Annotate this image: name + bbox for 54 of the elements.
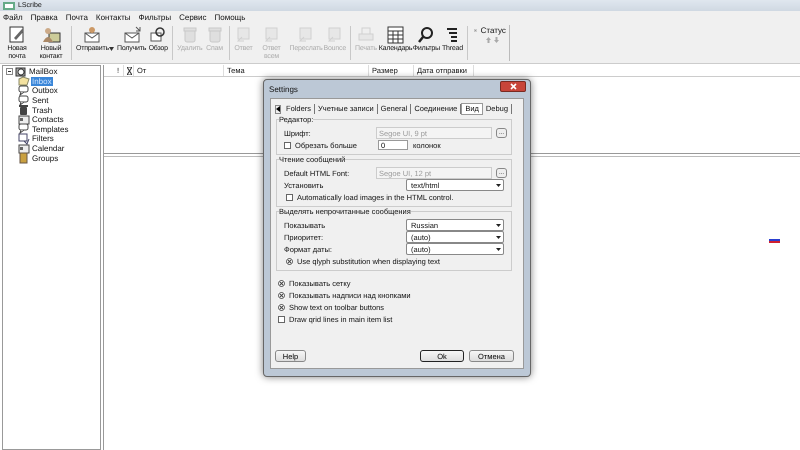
card-icon [18,142,30,155]
checkbox[interactable] [286,258,293,264]
tree-item[interactable]: Trash [31,106,54,115]
left-arrow-icon [276,106,280,112]
envelope-icon [82,25,102,45]
dialog-title: Settings [269,84,298,94]
menu-item[interactable]: Фильтры [138,13,172,22]
menu-item[interactable]: Сервис [179,13,207,22]
menu-item[interactable]: Помощь [214,13,246,22]
checkbox[interactable] [284,142,291,148]
dropdown-arrow-icon [496,236,501,238]
up-arrow-icon [486,37,491,43]
person-card-icon [41,25,61,45]
tree-item[interactable]: MailBox [28,67,58,76]
close-button[interactable] [500,81,526,92]
checkbox[interactable] [286,194,293,200]
dropdown-arrow-icon [496,224,501,226]
envelope-icon [122,25,142,45]
bin-icon [18,104,30,116]
tree-item[interactable]: Groups [31,154,60,163]
speech-bubble-icon [18,123,30,136]
checkbox[interactable] [278,304,285,311]
dropdown-arrow-icon [496,184,501,186]
checkbox[interactable] [278,316,285,323]
tree-item[interactable]: Filters [31,134,55,144]
close-icon [510,83,516,90]
flag-icon [769,237,780,243]
hourglass-icon [127,66,132,74]
caret-icon [109,47,114,51]
speech-bubble-icon [18,94,30,107]
expand-icon [474,27,477,34]
calendar-icon [384,25,405,45]
menu-item[interactable]: Правка [30,13,58,22]
speech-bubble-icon [18,84,30,97]
tree-item[interactable]: Outbox [31,86,59,96]
down-arrow-icon [494,37,499,43]
tree-item[interactable]: Calendar [31,144,66,154]
book-icon [18,152,30,164]
menu-item[interactable]: Контакты [96,13,130,22]
app-icon [3,2,15,10]
tree-item[interactable]: Templates [31,124,70,134]
menu-item[interactable]: Почта [66,13,88,22]
status-label: Статус [480,26,506,35]
menu-item[interactable]: Файл [3,13,23,22]
scroll-left-button[interactable] [275,104,281,114]
checkbox[interactable] [278,292,285,299]
tree-item[interactable]: Contacts [31,115,65,124]
pencil-icon [7,25,27,45]
folder-icon [18,75,30,88]
card-icon [18,114,30,126]
funnel-icon [18,132,30,145]
tree-item[interactable]: Sent [31,96,50,106]
dropdown-arrow-icon [496,248,501,250]
checkbox[interactable] [278,280,285,287]
